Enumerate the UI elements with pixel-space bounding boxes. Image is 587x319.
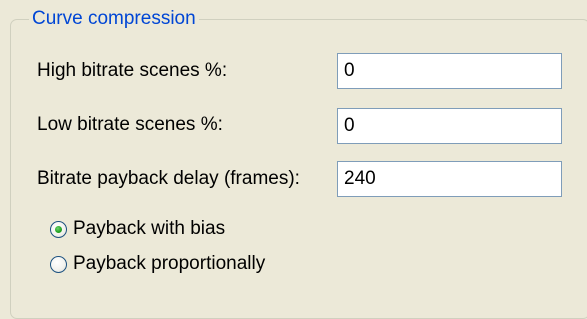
groupbox-title: Curve compression [29, 7, 199, 31]
radio-label-payback-with-bias: Payback with bias [73, 218, 226, 239]
radio-payback-with-bias[interactable]: Payback with bias [50, 217, 225, 241]
payback-delay-input[interactable] [337, 161, 562, 197]
radio-unselected-icon[interactable] [50, 255, 67, 273]
radio-dot-icon [55, 225, 62, 233]
radio-payback-proportionally[interactable]: Payback proportionally [50, 252, 265, 276]
radio-label-payback-proportionally: Payback proportionally [73, 253, 266, 274]
high-bitrate-label: High bitrate scenes %: [37, 60, 228, 81]
low-bitrate-input[interactable] [337, 108, 562, 144]
payback-delay-label: Bitrate payback delay (frames): [37, 168, 300, 189]
high-bitrate-input[interactable] [337, 53, 562, 89]
low-bitrate-label: Low bitrate scenes %: [37, 114, 223, 135]
radio-selected-icon[interactable] [50, 220, 67, 238]
